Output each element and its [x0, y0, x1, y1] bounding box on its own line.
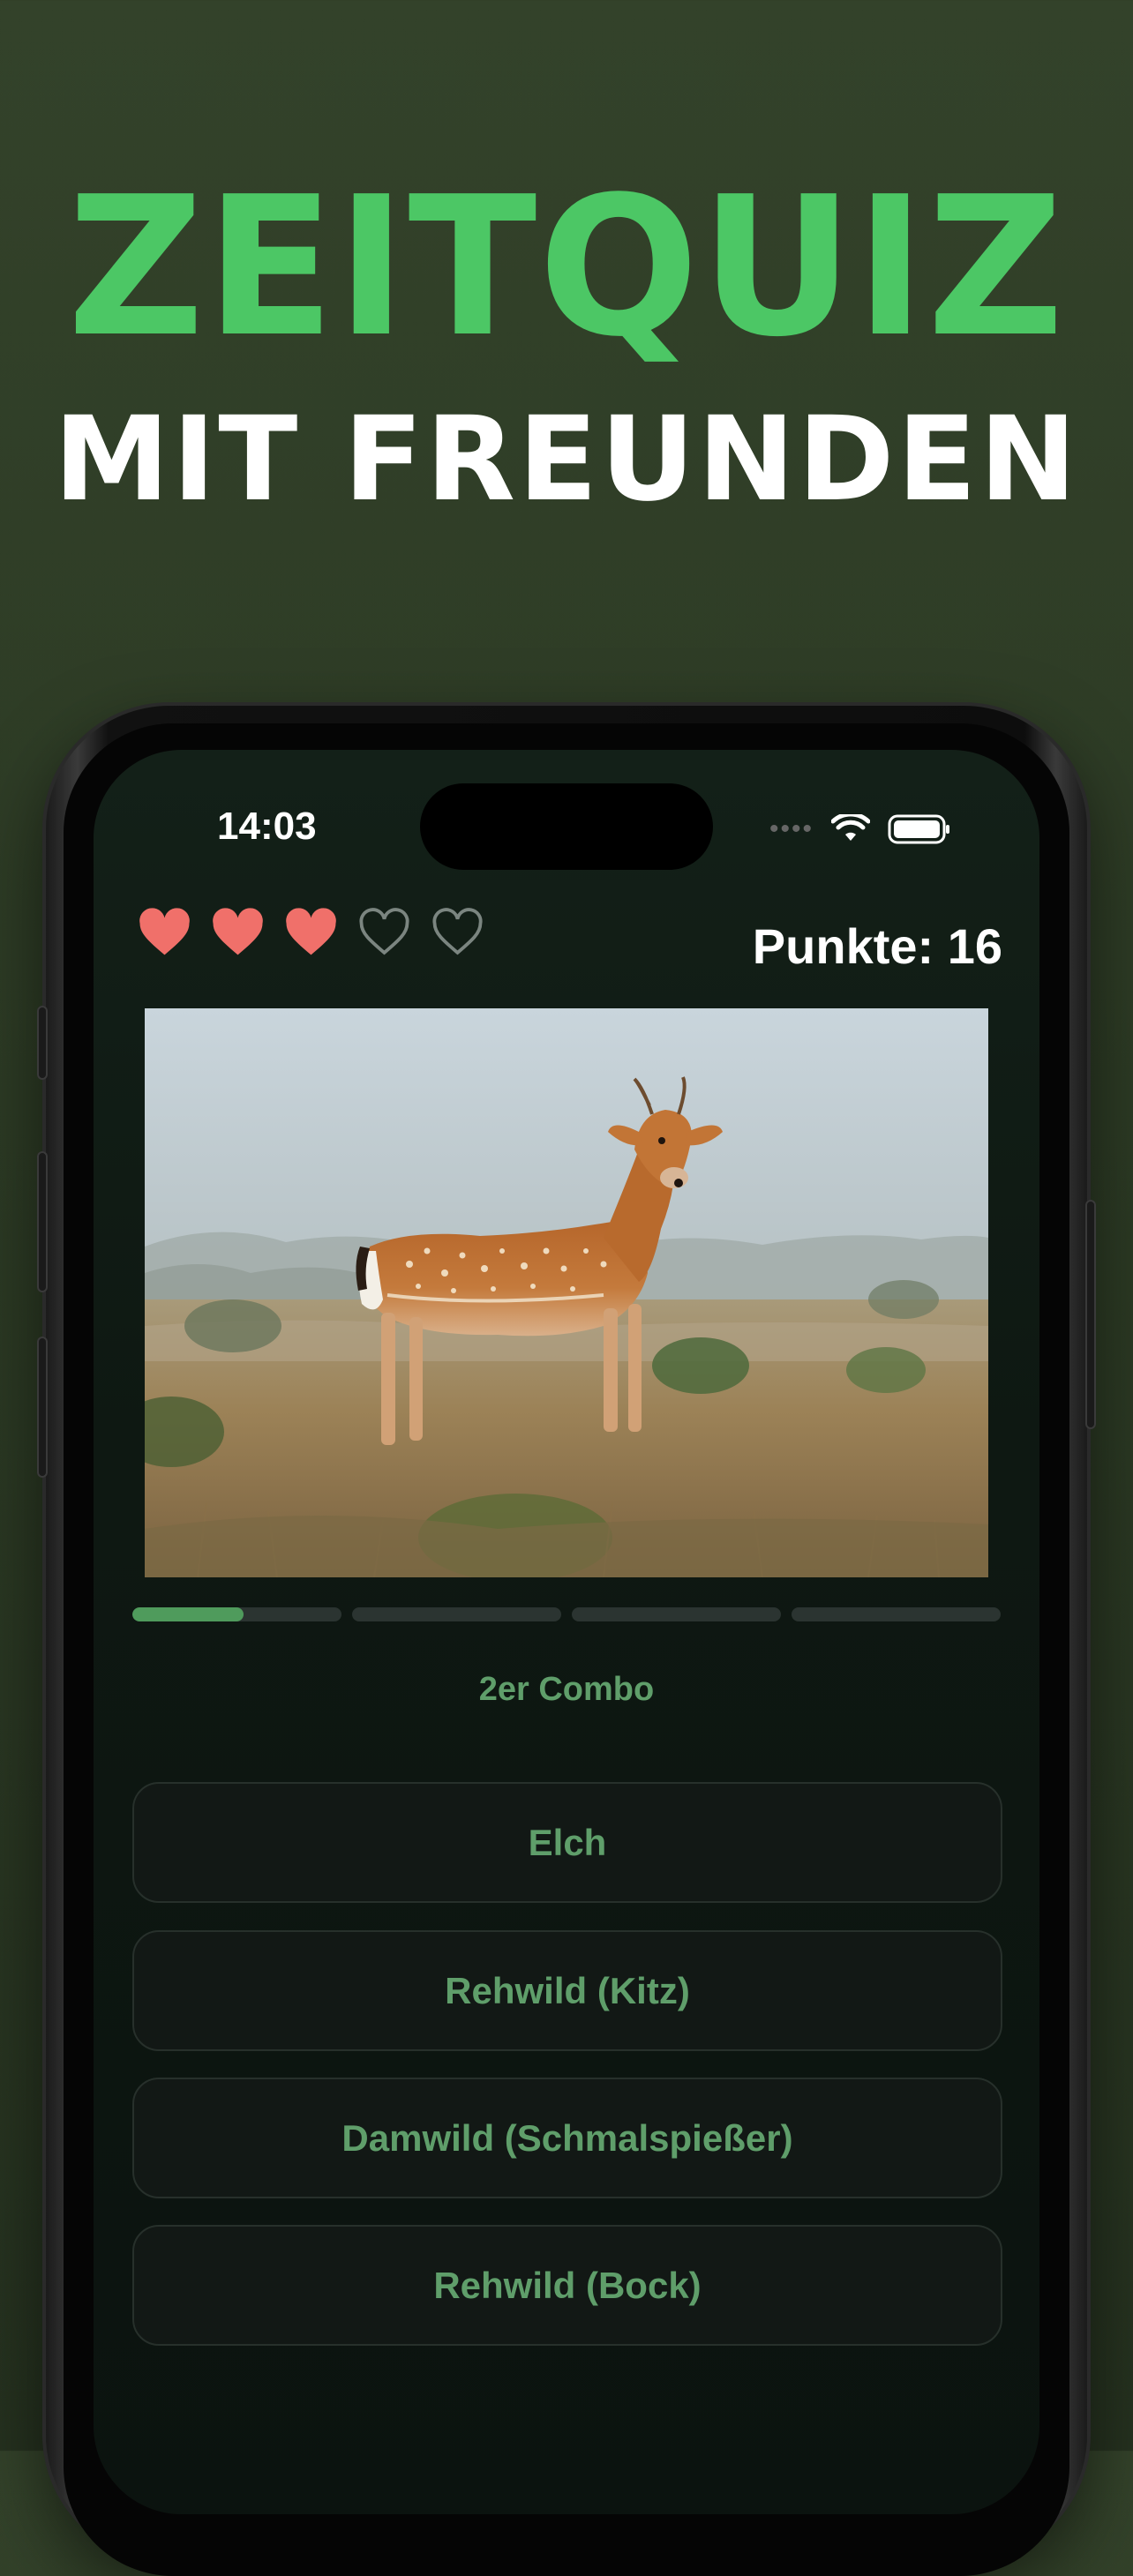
volume-up-button [37, 1151, 48, 1292]
headline-title: ZEITQUIZ [67, 156, 1066, 379]
status-time: 14:03 [217, 805, 317, 848]
lives-indicator [138, 907, 484, 958]
heart-full-icon [139, 908, 190, 955]
answer-button[interactable]: Rehwild (Bock) [132, 2225, 1002, 2346]
heart-full-icon [286, 908, 336, 955]
phone-screen: 14:03 •••• Punkte: 16 2er Combo Elch Reh… [94, 750, 1039, 2514]
status-icons: •••• [769, 812, 951, 847]
progress-segment [132, 1607, 341, 1621]
answer-button[interactable]: Rehwild (Kitz) [132, 1930, 1002, 2051]
headline-subtitle: MIT FREUNDEN [53, 392, 1080, 528]
heart-empty-icon [432, 908, 483, 955]
answer-label: Damwild (Schmalspießer) [341, 2116, 793, 2159]
answer-button[interactable]: Elch [132, 1782, 1002, 1903]
deer-photo [145, 1008, 988, 1577]
quiz-image [145, 1008, 988, 1577]
action-button [37, 1006, 48, 1080]
wifi-icon [831, 814, 871, 841]
combo-label: 2er Combo [478, 1671, 655, 1708]
progress-segment [572, 1607, 781, 1621]
heart-full-icon [213, 908, 263, 955]
progress-segment [352, 1607, 561, 1621]
cellular-signal-icon: •••• [769, 814, 814, 843]
progress-segment [792, 1607, 1001, 1621]
dynamic-island [420, 783, 713, 870]
answer-label: Elch [528, 1821, 607, 1863]
score-label: Punkte: 16 [752, 918, 1002, 974]
progress-fill [132, 1607, 244, 1621]
power-button [1085, 1200, 1096, 1429]
answer-button[interactable]: Damwild (Schmalspießer) [132, 2078, 1002, 2198]
answer-label: Rehwild (Bock) [433, 2264, 702, 2306]
heart-empty-icon [359, 908, 409, 955]
question-progress [132, 1607, 1001, 1621]
battery-icon [888, 814, 950, 844]
volume-down-button [37, 1337, 48, 1478]
answer-label: Rehwild (Kitz) [445, 1969, 690, 2011]
